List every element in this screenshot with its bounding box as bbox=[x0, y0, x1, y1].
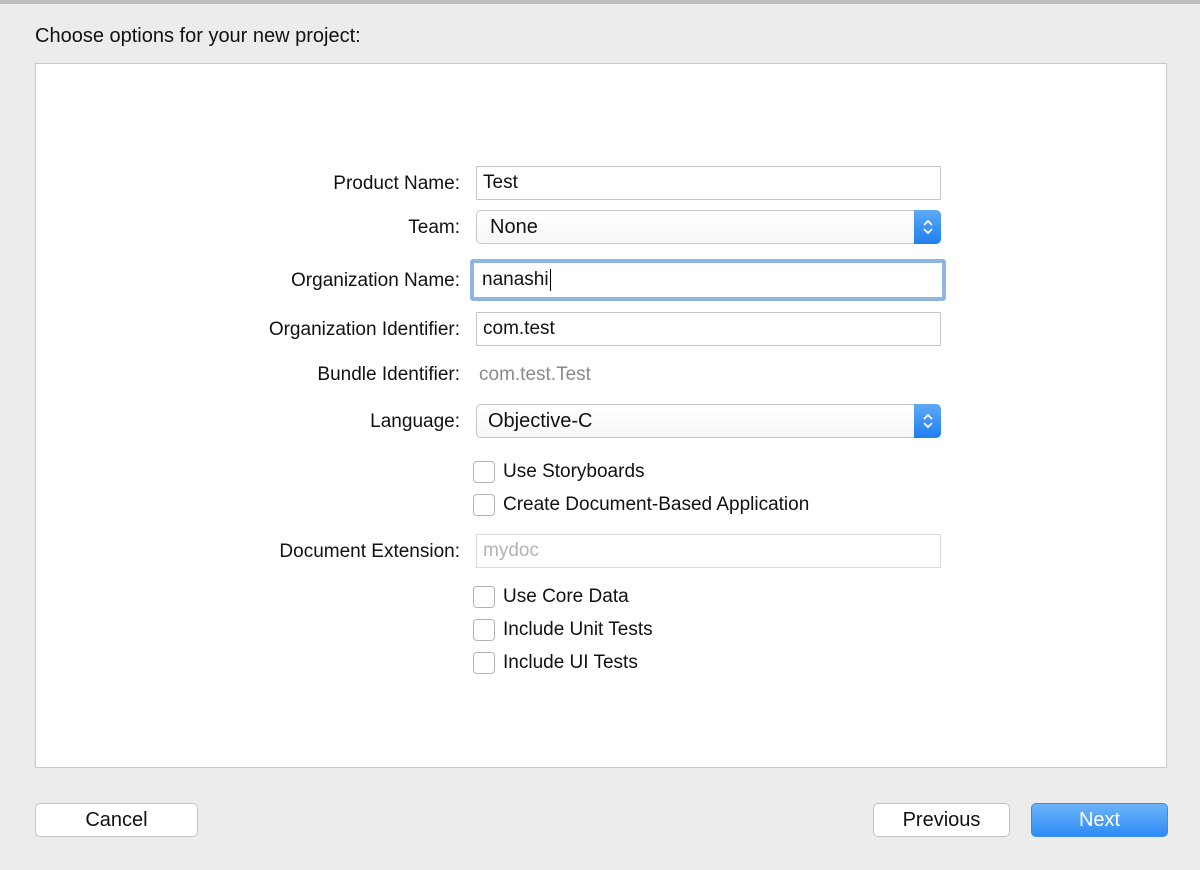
popup-stepper-icon bbox=[914, 404, 941, 438]
use-storyboards-checkbox[interactable] bbox=[473, 461, 495, 483]
team-popup[interactable]: None bbox=[476, 210, 941, 244]
previous-button[interactable]: Previous bbox=[873, 803, 1010, 837]
team-label: Team: bbox=[408, 217, 460, 238]
language-label: Language: bbox=[370, 411, 460, 432]
include-ui-tests-option[interactable]: Include UI Tests bbox=[473, 651, 638, 675]
text-caret bbox=[549, 268, 551, 291]
include-unit-tests-checkbox[interactable] bbox=[473, 619, 495, 641]
next-button[interactable]: Next bbox=[1031, 803, 1168, 837]
use-storyboards-label: Use Storyboards bbox=[503, 461, 645, 482]
use-core-data-option[interactable]: Use Core Data bbox=[473, 585, 629, 609]
language-popup[interactable]: Objective-C bbox=[476, 404, 941, 438]
organization-name-label: Organization Name: bbox=[291, 270, 460, 291]
organization-identifier-field[interactable]: com.test bbox=[476, 312, 941, 346]
include-unit-tests-option[interactable]: Include Unit Tests bbox=[473, 618, 653, 642]
document-extension-field[interactable]: mydoc bbox=[476, 534, 941, 568]
window-top-border bbox=[0, 0, 1200, 4]
bundle-identifier-value: com.test.Test bbox=[479, 364, 591, 385]
include-unit-tests-label: Include Unit Tests bbox=[503, 619, 653, 640]
create-document-based-checkbox[interactable] bbox=[473, 494, 495, 516]
use-core-data-label: Use Core Data bbox=[503, 586, 629, 607]
language-popup-value: Objective-C bbox=[488, 410, 593, 432]
include-ui-tests-label: Include UI Tests bbox=[503, 652, 638, 673]
create-document-based-option[interactable]: Create Document-Based Application bbox=[473, 493, 809, 517]
use-storyboards-option[interactable]: Use Storyboards bbox=[473, 460, 645, 484]
team-popup-value: None bbox=[490, 216, 538, 238]
product-name-label: Product Name: bbox=[333, 173, 460, 194]
include-ui-tests-checkbox[interactable] bbox=[473, 652, 495, 674]
organization-name-field[interactable]: nanashi bbox=[470, 259, 946, 301]
create-document-based-label: Create Document-Based Application bbox=[503, 494, 810, 515]
use-core-data-checkbox[interactable] bbox=[473, 586, 495, 608]
popup-stepper-icon bbox=[914, 210, 941, 244]
bundle-identifier-label: Bundle Identifier: bbox=[317, 364, 460, 385]
product-name-field[interactable]: Test bbox=[476, 166, 941, 200]
document-extension-label: Document Extension: bbox=[279, 541, 460, 562]
dialog-title: Choose options for your new project: bbox=[35, 25, 361, 47]
organization-name-value: nanashi bbox=[482, 269, 549, 290]
organization-identifier-label: Organization Identifier: bbox=[268, 319, 460, 340]
cancel-button[interactable]: Cancel bbox=[35, 803, 198, 837]
